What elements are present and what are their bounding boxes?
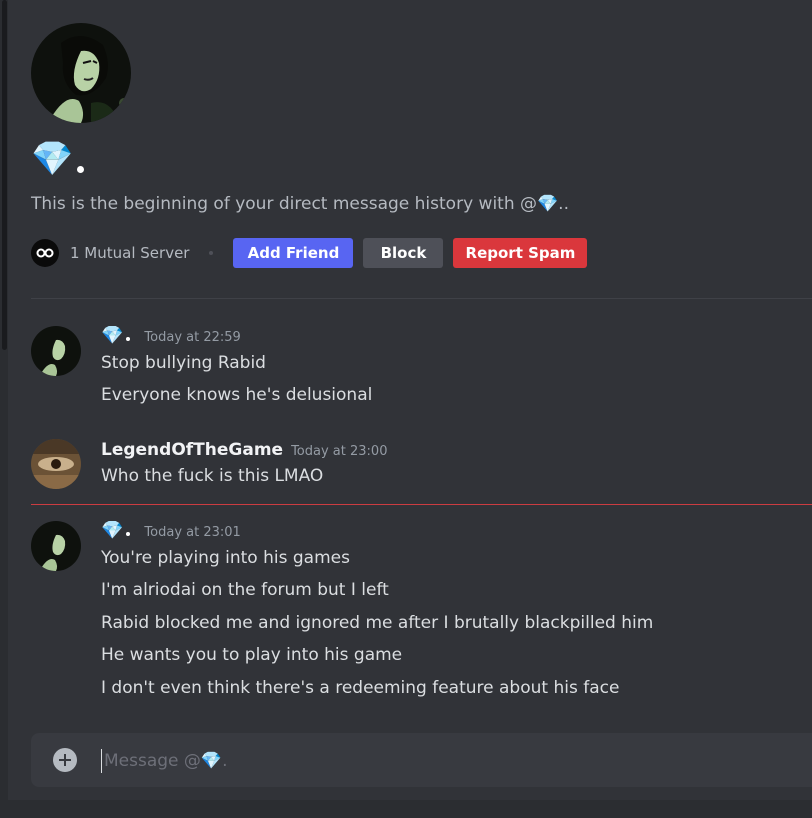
message-text: I don't even think there's a redeeming f… — [101, 678, 620, 698]
name-dot — [77, 166, 85, 173]
name-dot — [126, 337, 131, 341]
bottom-strip — [0, 800, 812, 818]
message-text: Rabid blocked me and ignored me after I … — [101, 613, 654, 633]
add-attachment-icon[interactable] — [53, 748, 77, 772]
message-timestamp: Today at 23:01 — [144, 525, 241, 540]
profile-actions: 1 Mutual Server Add Friend Block Report … — [31, 238, 597, 268]
message-author[interactable]: LegendOfTheGame — [101, 440, 283, 460]
message-text: Who the fuck is this LMAO — [101, 466, 324, 486]
message-input[interactable] — [102, 744, 806, 778]
divider — [31, 298, 812, 299]
name-dot — [126, 532, 131, 536]
dm-intro-text: This is the beginning of your direct mes… — [31, 194, 569, 214]
message-timestamp: Today at 23:00 — [291, 444, 388, 459]
message-text: He wants you to play into his game — [101, 645, 403, 665]
message-text: You're playing into his games — [101, 548, 350, 568]
author-avatar[interactable] — [31, 439, 81, 489]
message-text: I'm alriodai on the forum but I left — [101, 580, 389, 600]
message-timestamp: Today at 22:59 — [144, 330, 241, 345]
dm-channel: 💎 This is the beginning of your direct m… — [0, 0, 812, 818]
profile-display-name: 💎 — [31, 135, 85, 179]
mutual-server-icon[interactable] — [31, 239, 59, 267]
scrollbar[interactable] — [0, 0, 8, 818]
gem-icon: 💎 — [31, 139, 74, 179]
author-avatar[interactable] — [31, 326, 81, 376]
scrollbar-thumb[interactable] — [2, 0, 7, 350]
message-author[interactable]: 💎 — [101, 325, 123, 346]
separator-dot — [209, 251, 214, 255]
report-spam-button[interactable]: Report Spam — [453, 238, 588, 268]
message-text: Stop bullying Rabid — [101, 353, 266, 373]
block-button[interactable]: Block — [363, 238, 444, 268]
new-messages-divider — [31, 504, 812, 505]
mutual-servers-link[interactable]: 1 Mutual Server — [70, 244, 189, 262]
message-author[interactable]: 💎 — [101, 520, 123, 541]
author-avatar[interactable] — [31, 521, 81, 571]
add-friend-button[interactable]: Add Friend — [233, 238, 354, 268]
profile-avatar[interactable] — [31, 23, 131, 123]
message-composer — [31, 733, 812, 787]
message-text: Everyone knows he's delusional — [101, 385, 373, 405]
